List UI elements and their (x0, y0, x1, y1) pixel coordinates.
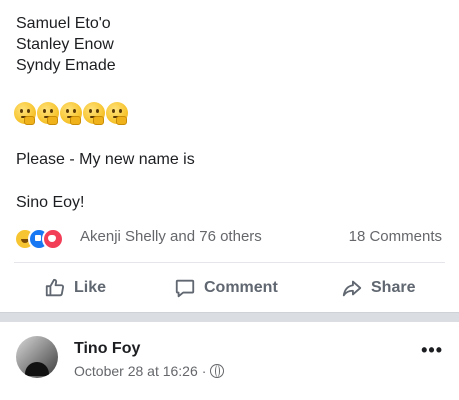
comment-label: Comment (204, 279, 278, 296)
thinking-face-icon (83, 102, 105, 125)
divider (14, 262, 445, 263)
next-post-header: Tino Foy October 28 at 16:26 · ••• (0, 322, 459, 400)
reactions-text[interactable]: Akenji Shelly and 76 others (80, 228, 262, 245)
like-button[interactable]: Like (44, 270, 106, 306)
comments-count[interactable]: 18 Comments (349, 228, 442, 245)
tagged-name[interactable]: Samuel Eto'o (16, 14, 111, 34)
author-name[interactable]: Tino Foy (74, 340, 140, 358)
comment-icon (175, 279, 195, 298)
love-reaction-icon (42, 228, 64, 250)
post-text-line: Sino Eoy! (16, 194, 85, 211)
thinking-face-icon (60, 102, 82, 125)
tagged-name[interactable]: Syndy Emade (16, 56, 116, 76)
reactions-summary[interactable]: Akenji Shelly and 76 others 18 Comments (14, 227, 444, 250)
post-actions: Like Comment Share (0, 270, 459, 306)
like-label: Like (74, 279, 107, 296)
thumbs-up-icon (45, 278, 65, 297)
post-timestamp[interactable]: October 28 at 16:26 (74, 363, 198, 379)
globe-icon (210, 364, 225, 378)
post-meta: October 28 at 16:26 · (74, 363, 225, 379)
emoji-row (14, 102, 128, 126)
share-button[interactable]: Share (341, 270, 415, 306)
share-label: Share (371, 279, 416, 296)
post-text-line: Please - My new name is (16, 151, 195, 168)
meta-separator: · (201, 363, 207, 379)
reaction-icons (14, 228, 76, 250)
thinking-face-icon (37, 102, 59, 125)
thinking-face-icon (14, 102, 36, 125)
more-options-button[interactable]: ••• (421, 340, 443, 361)
share-icon (342, 280, 362, 297)
thinking-face-icon (106, 102, 128, 125)
avatar[interactable] (16, 336, 58, 378)
comment-button[interactable]: Comment (174, 270, 278, 306)
tagged-name[interactable]: Stanley Enow (16, 35, 114, 55)
